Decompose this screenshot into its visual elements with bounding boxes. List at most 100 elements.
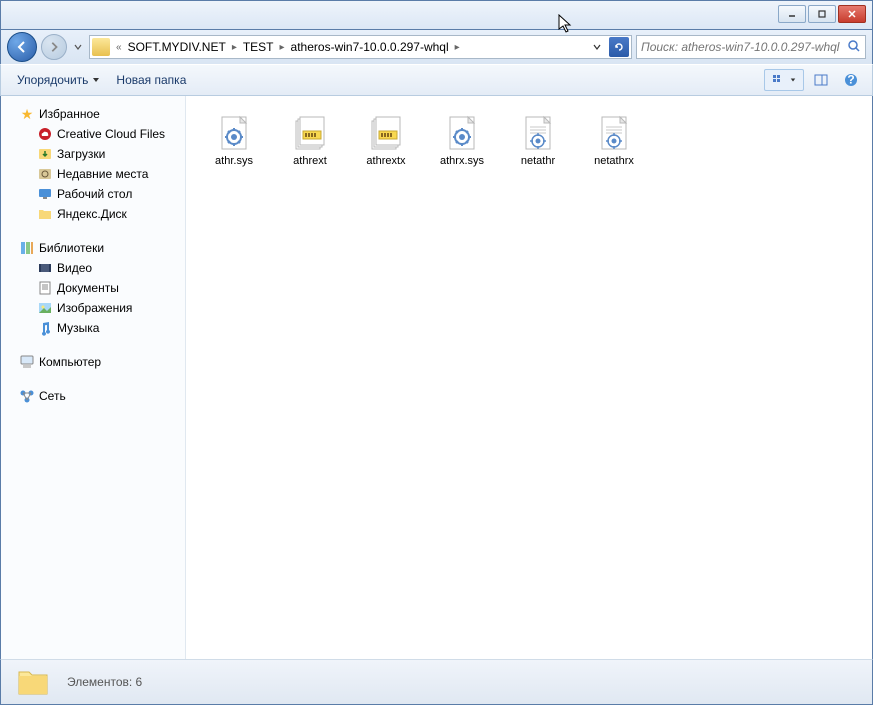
sidebar-label: Сеть — [39, 389, 66, 403]
nav-back-button[interactable] — [7, 32, 37, 62]
sidebar-item-desktop[interactable]: Рабочий стол — [1, 184, 185, 204]
breadcrumb-item[interactable]: SOFT.MYDIV.NET — [124, 36, 230, 58]
sidebar-item-recent[interactable]: Недавние места — [1, 164, 185, 184]
new-folder-label: Новая папка — [116, 73, 186, 87]
breadcrumb-item[interactable]: atheros-win7-10.0.0.297-whql — [287, 36, 453, 58]
music-icon — [37, 320, 53, 336]
sidebar-label: Библиотеки — [39, 241, 104, 255]
view-icon — [772, 74, 788, 86]
search-input[interactable] — [641, 40, 847, 54]
sidebar-favorites[interactable]: ★ Избранное — [1, 104, 185, 124]
chevron-right-icon[interactable]: ▸ — [453, 42, 462, 53]
organize-label: Упорядочить — [17, 73, 88, 87]
maximize-button[interactable] — [808, 5, 836, 23]
file-name: athrextx — [366, 155, 405, 167]
sidebar-item-label: Изображения — [57, 301, 132, 315]
sidebar-item-pictures[interactable]: Изображения — [1, 298, 185, 318]
file-icon — [366, 113, 406, 153]
video-icon — [37, 260, 53, 276]
downloads-icon — [37, 146, 53, 162]
file-icon — [290, 113, 330, 153]
file-item[interactable]: athrx.sys — [426, 108, 498, 172]
sidebar-item-label: Рабочий стол — [57, 187, 132, 201]
file-name: athr.sys — [215, 155, 253, 167]
help-button[interactable]: ? — [838, 69, 864, 91]
address-bar[interactable]: « SOFT.MYDIV.NET ▸ TEST ▸ atheros-win7-1… — [89, 35, 632, 59]
sidebar-computer[interactable]: Компьютер — [1, 352, 185, 372]
file-item[interactable]: netathr — [502, 108, 574, 172]
breadcrumb-prefix: « — [114, 42, 124, 53]
sidebar-libraries[interactable]: Библиотеки — [1, 238, 185, 258]
view-options-button[interactable] — [764, 69, 804, 91]
sidebar-item-label: Музыка — [57, 321, 99, 335]
sidebar-item-label: Яндекс.Диск — [57, 207, 127, 221]
file-name: netathr — [521, 155, 555, 167]
desktop-icon — [37, 186, 53, 202]
chevron-down-icon — [92, 76, 100, 84]
chevron-down-icon — [790, 77, 796, 83]
refresh-button[interactable] — [609, 37, 629, 57]
file-item[interactable]: netathrx — [578, 108, 650, 172]
folder-icon — [37, 206, 53, 222]
chevron-right-icon[interactable]: ▸ — [278, 42, 287, 53]
chevron-right-icon[interactable]: ▸ — [230, 42, 239, 53]
nav-forward-button[interactable] — [41, 34, 67, 60]
file-list[interactable]: athr.sys athrext athrextx athrx.sys netathr n… — [186, 96, 872, 659]
arrow-left-icon — [15, 40, 29, 54]
titlebar — [0, 0, 873, 30]
sidebar-item-label: Документы — [57, 281, 119, 295]
file-icon — [518, 113, 558, 153]
toolbar: Упорядочить Новая папка ? — [0, 64, 873, 96]
folder-icon — [92, 38, 110, 56]
new-folder-button[interactable]: Новая папка — [108, 69, 194, 91]
search-icon[interactable] — [847, 39, 861, 56]
star-icon: ★ — [19, 106, 35, 122]
sidebar-item-creative-cloud[interactable]: Creative Cloud Files — [1, 124, 185, 144]
computer-icon — [19, 354, 35, 370]
nav-history-dropdown[interactable] — [71, 37, 85, 57]
organize-button[interactable]: Упорядочить — [9, 69, 108, 91]
sidebar-item-music[interactable]: Музыка — [1, 318, 185, 338]
sidebar-item-label: Creative Cloud Files — [57, 127, 165, 141]
pictures-icon — [37, 300, 53, 316]
recent-icon — [37, 166, 53, 182]
chevron-down-icon — [74, 43, 82, 51]
sidebar-label: Избранное — [39, 107, 100, 121]
sidebar-item-downloads[interactable]: Загрузки — [1, 144, 185, 164]
breadcrumb-label: atheros-win7-10.0.0.297-whql — [291, 40, 449, 54]
window-controls — [778, 5, 866, 23]
breadcrumb-item[interactable]: TEST — [239, 36, 278, 58]
network-icon — [19, 388, 35, 404]
file-name: athrext — [293, 155, 327, 167]
file-name: athrx.sys — [440, 155, 484, 167]
sidebar-item-videos[interactable]: Видео — [1, 258, 185, 278]
search-box[interactable] — [636, 35, 866, 59]
refresh-icon — [613, 41, 625, 53]
file-item[interactable]: athr.sys — [198, 108, 270, 172]
svg-text:?: ? — [847, 73, 854, 87]
sidebar-item-documents[interactable]: Документы — [1, 278, 185, 298]
file-item[interactable]: athrext — [274, 108, 346, 172]
breadcrumb-label: SOFT.MYDIV.NET — [128, 40, 226, 54]
preview-pane-icon — [814, 74, 828, 86]
file-item[interactable]: athrextx — [350, 108, 422, 172]
sidebar-item-label: Загрузки — [57, 147, 105, 161]
file-icon — [594, 113, 634, 153]
content-area: ★ Избранное Creative Cloud Files Загрузк… — [0, 96, 873, 659]
libraries-icon — [19, 240, 35, 256]
sidebar-item-yandex[interactable]: Яндекс.Диск — [1, 204, 185, 224]
sidebar-item-label: Недавние места — [57, 167, 148, 181]
folder-icon — [15, 664, 51, 700]
navbar: « SOFT.MYDIV.NET ▸ TEST ▸ atheros-win7-1… — [0, 30, 873, 64]
status-text: Элементов: 6 — [67, 675, 142, 689]
document-icon — [37, 280, 53, 296]
minimize-button[interactable] — [778, 5, 806, 23]
preview-pane-button[interactable] — [808, 69, 834, 91]
address-dropdown[interactable] — [587, 37, 607, 57]
close-button[interactable] — [838, 5, 866, 23]
sidebar-label: Компьютер — [39, 355, 101, 369]
file-icon — [214, 113, 254, 153]
file-name: netathrx — [594, 155, 634, 167]
navigation-pane: ★ Избранное Creative Cloud Files Загрузк… — [1, 96, 186, 659]
sidebar-network[interactable]: Сеть — [1, 386, 185, 406]
